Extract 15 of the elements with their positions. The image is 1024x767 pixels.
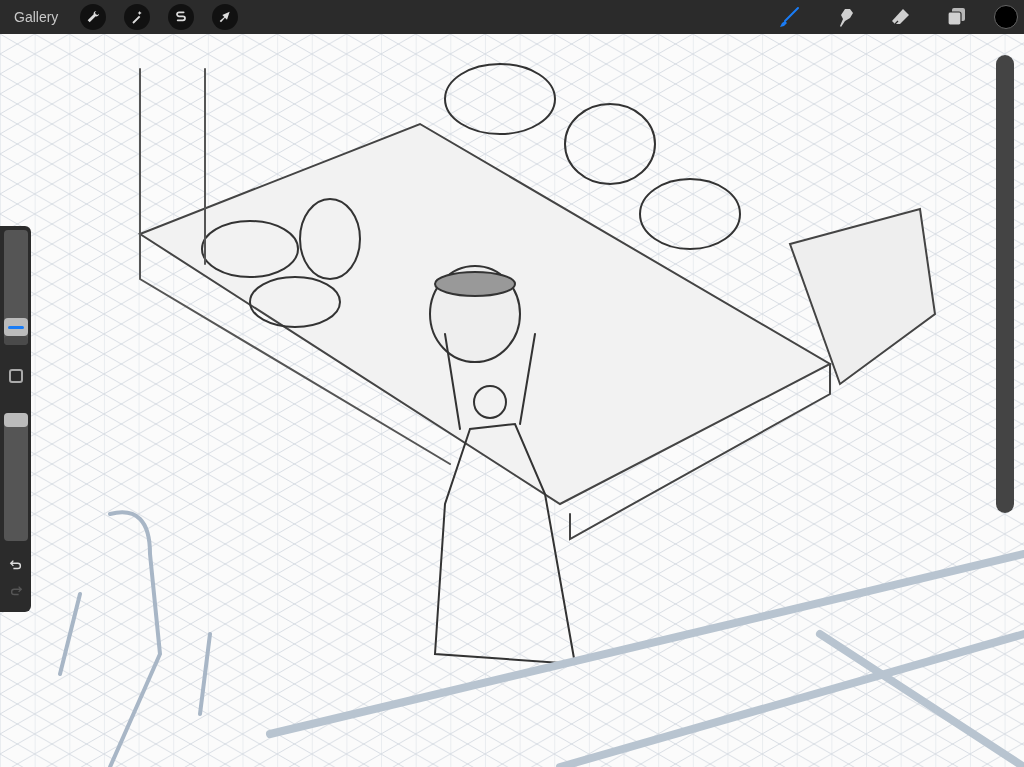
undo-icon xyxy=(8,558,23,572)
brush-icon xyxy=(777,5,801,29)
gallery-button[interactable]: Gallery xyxy=(14,9,59,25)
s-curve-button[interactable] xyxy=(168,4,195,30)
arrow-cursor-button[interactable] xyxy=(212,4,239,30)
wrench-icon xyxy=(85,9,102,25)
wrench-button[interactable] xyxy=(80,4,107,30)
color-swatch-button[interactable] xyxy=(994,5,1018,29)
opacity-slider[interactable] xyxy=(3,413,28,541)
magic-wand-button[interactable] xyxy=(124,4,151,30)
square-button[interactable] xyxy=(8,369,23,383)
slider-thumb[interactable] xyxy=(3,413,28,427)
slider-thumb[interactable] xyxy=(3,318,28,337)
brush-size-slider[interactable] xyxy=(3,230,28,345)
redo-icon xyxy=(8,584,23,598)
